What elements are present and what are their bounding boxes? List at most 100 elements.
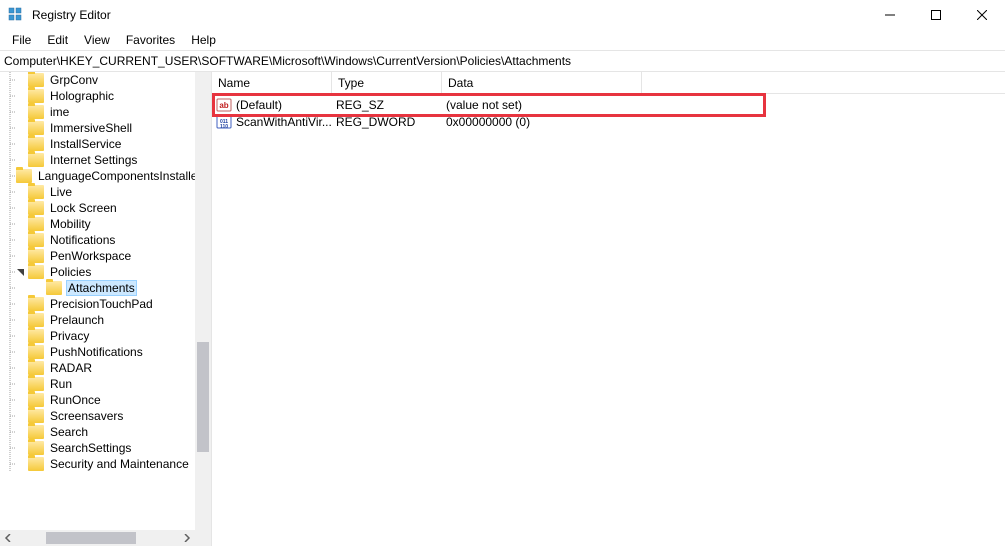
tree-line xyxy=(4,88,16,104)
tree-line xyxy=(16,360,28,376)
tree-line xyxy=(4,216,16,232)
tree-line xyxy=(16,456,28,472)
menu-help[interactable]: Help xyxy=(183,31,224,49)
folder-icon xyxy=(28,201,44,215)
folder-icon xyxy=(28,265,44,279)
tree-line xyxy=(16,88,28,104)
tree-item[interactable]: Attachments xyxy=(0,280,195,296)
tree-item-label: RADAR xyxy=(48,361,94,375)
tree-item[interactable]: PenWorkspace xyxy=(0,248,195,264)
menu-file[interactable]: File xyxy=(4,31,39,49)
tree-line xyxy=(16,344,28,360)
folder-icon xyxy=(28,313,44,327)
scrollbar-thumb[interactable] xyxy=(197,342,209,452)
tree-item[interactable]: Holographic xyxy=(0,88,195,104)
chevron-down-icon[interactable] xyxy=(16,264,28,280)
scrollbar-thumb[interactable] xyxy=(46,532,136,544)
tree-item[interactable]: InstallService xyxy=(0,136,195,152)
tree-line xyxy=(16,328,28,344)
folder-icon xyxy=(28,249,44,263)
tree-item[interactable]: ImmersiveShell xyxy=(0,120,195,136)
tree-line xyxy=(16,104,28,120)
tree-line xyxy=(4,424,16,440)
minimize-button[interactable] xyxy=(867,0,913,30)
tree-item[interactable]: Notifications xyxy=(0,232,195,248)
tree-item-label: Privacy xyxy=(48,329,91,343)
tree-item[interactable]: ime xyxy=(0,104,195,120)
tree-line xyxy=(4,344,16,360)
tree-vertical-scrollbar[interactable] xyxy=(195,72,211,530)
column-header-name[interactable]: Name xyxy=(212,72,332,93)
menu-view[interactable]: View xyxy=(76,31,118,49)
tree-line xyxy=(16,376,28,392)
folder-icon xyxy=(28,345,44,359)
tree-line xyxy=(16,184,28,200)
tree-line xyxy=(16,424,28,440)
tree-item[interactable]: Prelaunch xyxy=(0,312,195,328)
tree-item[interactable]: RADAR xyxy=(0,360,195,376)
value-row[interactable]: 011110ScanWithAntiVir...REG_DWORD0x00000… xyxy=(212,113,1005,130)
column-header-type[interactable]: Type xyxy=(332,72,442,93)
tree-item-label: Lock Screen xyxy=(48,201,119,215)
tree-item[interactable]: RunOnce xyxy=(0,392,195,408)
tree-item[interactable]: Security and Maintenance xyxy=(0,456,195,472)
value-type: REG_DWORD xyxy=(336,115,446,129)
tree-line xyxy=(16,200,28,216)
folder-icon xyxy=(28,297,44,311)
close-button[interactable] xyxy=(959,0,1005,30)
tree-line xyxy=(4,376,16,392)
folder-icon xyxy=(28,153,44,167)
tree-item[interactable]: SearchSettings xyxy=(0,440,195,456)
tree-item[interactable]: PushNotifications xyxy=(0,344,195,360)
tree-line xyxy=(16,136,28,152)
menu-favorites[interactable]: Favorites xyxy=(118,31,183,49)
tree-line xyxy=(4,72,16,88)
values-list[interactable]: ab(Default)REG_SZ(value not set)011110Sc… xyxy=(212,94,1005,130)
folder-icon xyxy=(28,185,44,199)
tree-content[interactable]: GrpConvHolographicimeImmersiveShellInsta… xyxy=(0,72,195,530)
tree-item[interactable]: Mobility xyxy=(0,216,195,232)
tree-item-label: PushNotifications xyxy=(48,345,145,359)
window-title: Registry Editor xyxy=(32,8,111,22)
tree-line xyxy=(16,152,28,168)
tree-item-label: Screensavers xyxy=(48,409,125,423)
svg-text:110: 110 xyxy=(220,124,228,130)
tree-item-label: InstallService xyxy=(48,137,123,151)
tree-item[interactable]: Screensavers xyxy=(0,408,195,424)
tree-line xyxy=(4,136,16,152)
tree-item[interactable]: Privacy xyxy=(0,328,195,344)
tree-line xyxy=(16,216,28,232)
tree-item[interactable]: Lock Screen xyxy=(0,200,195,216)
address-bar[interactable]: Computer\HKEY_CURRENT_USER\SOFTWARE\Micr… xyxy=(0,51,1005,71)
tree-line xyxy=(4,312,16,328)
tree-line xyxy=(4,200,16,216)
column-header-data[interactable]: Data xyxy=(442,72,642,93)
tree-line xyxy=(4,280,16,296)
value-data: (value not set) xyxy=(446,98,646,112)
tree-line xyxy=(16,120,28,136)
tree-item-label: Policies xyxy=(48,265,93,279)
tree-item-label: Notifications xyxy=(48,233,117,247)
folder-icon xyxy=(28,329,44,343)
tree-item[interactable]: GrpConv xyxy=(0,72,195,88)
tree-item[interactable]: Run xyxy=(0,376,195,392)
tree-item[interactable]: PrecisionTouchPad xyxy=(0,296,195,312)
tree-item[interactable]: Live xyxy=(0,184,195,200)
maximize-button[interactable] xyxy=(913,0,959,30)
tree-item[interactable]: Internet Settings xyxy=(0,152,195,168)
folder-icon xyxy=(28,89,44,103)
tree-item[interactable]: Policies xyxy=(0,264,195,280)
tree-item[interactable]: Search xyxy=(0,424,195,440)
tree-item[interactable]: LanguageComponentsInstaller xyxy=(0,168,195,184)
value-row[interactable]: ab(Default)REG_SZ(value not set) xyxy=(212,96,1005,113)
folder-icon xyxy=(28,409,44,423)
scroll-left-icon[interactable] xyxy=(0,530,16,546)
scroll-right-icon[interactable] xyxy=(179,530,195,546)
tree-line xyxy=(16,248,28,264)
folder-icon xyxy=(28,233,44,247)
menu-edit[interactable]: Edit xyxy=(39,31,76,49)
tree-horizontal-scrollbar[interactable] xyxy=(0,530,195,546)
tree-line xyxy=(4,392,16,408)
title-bar: Registry Editor xyxy=(0,0,1005,30)
tree-line xyxy=(16,232,28,248)
